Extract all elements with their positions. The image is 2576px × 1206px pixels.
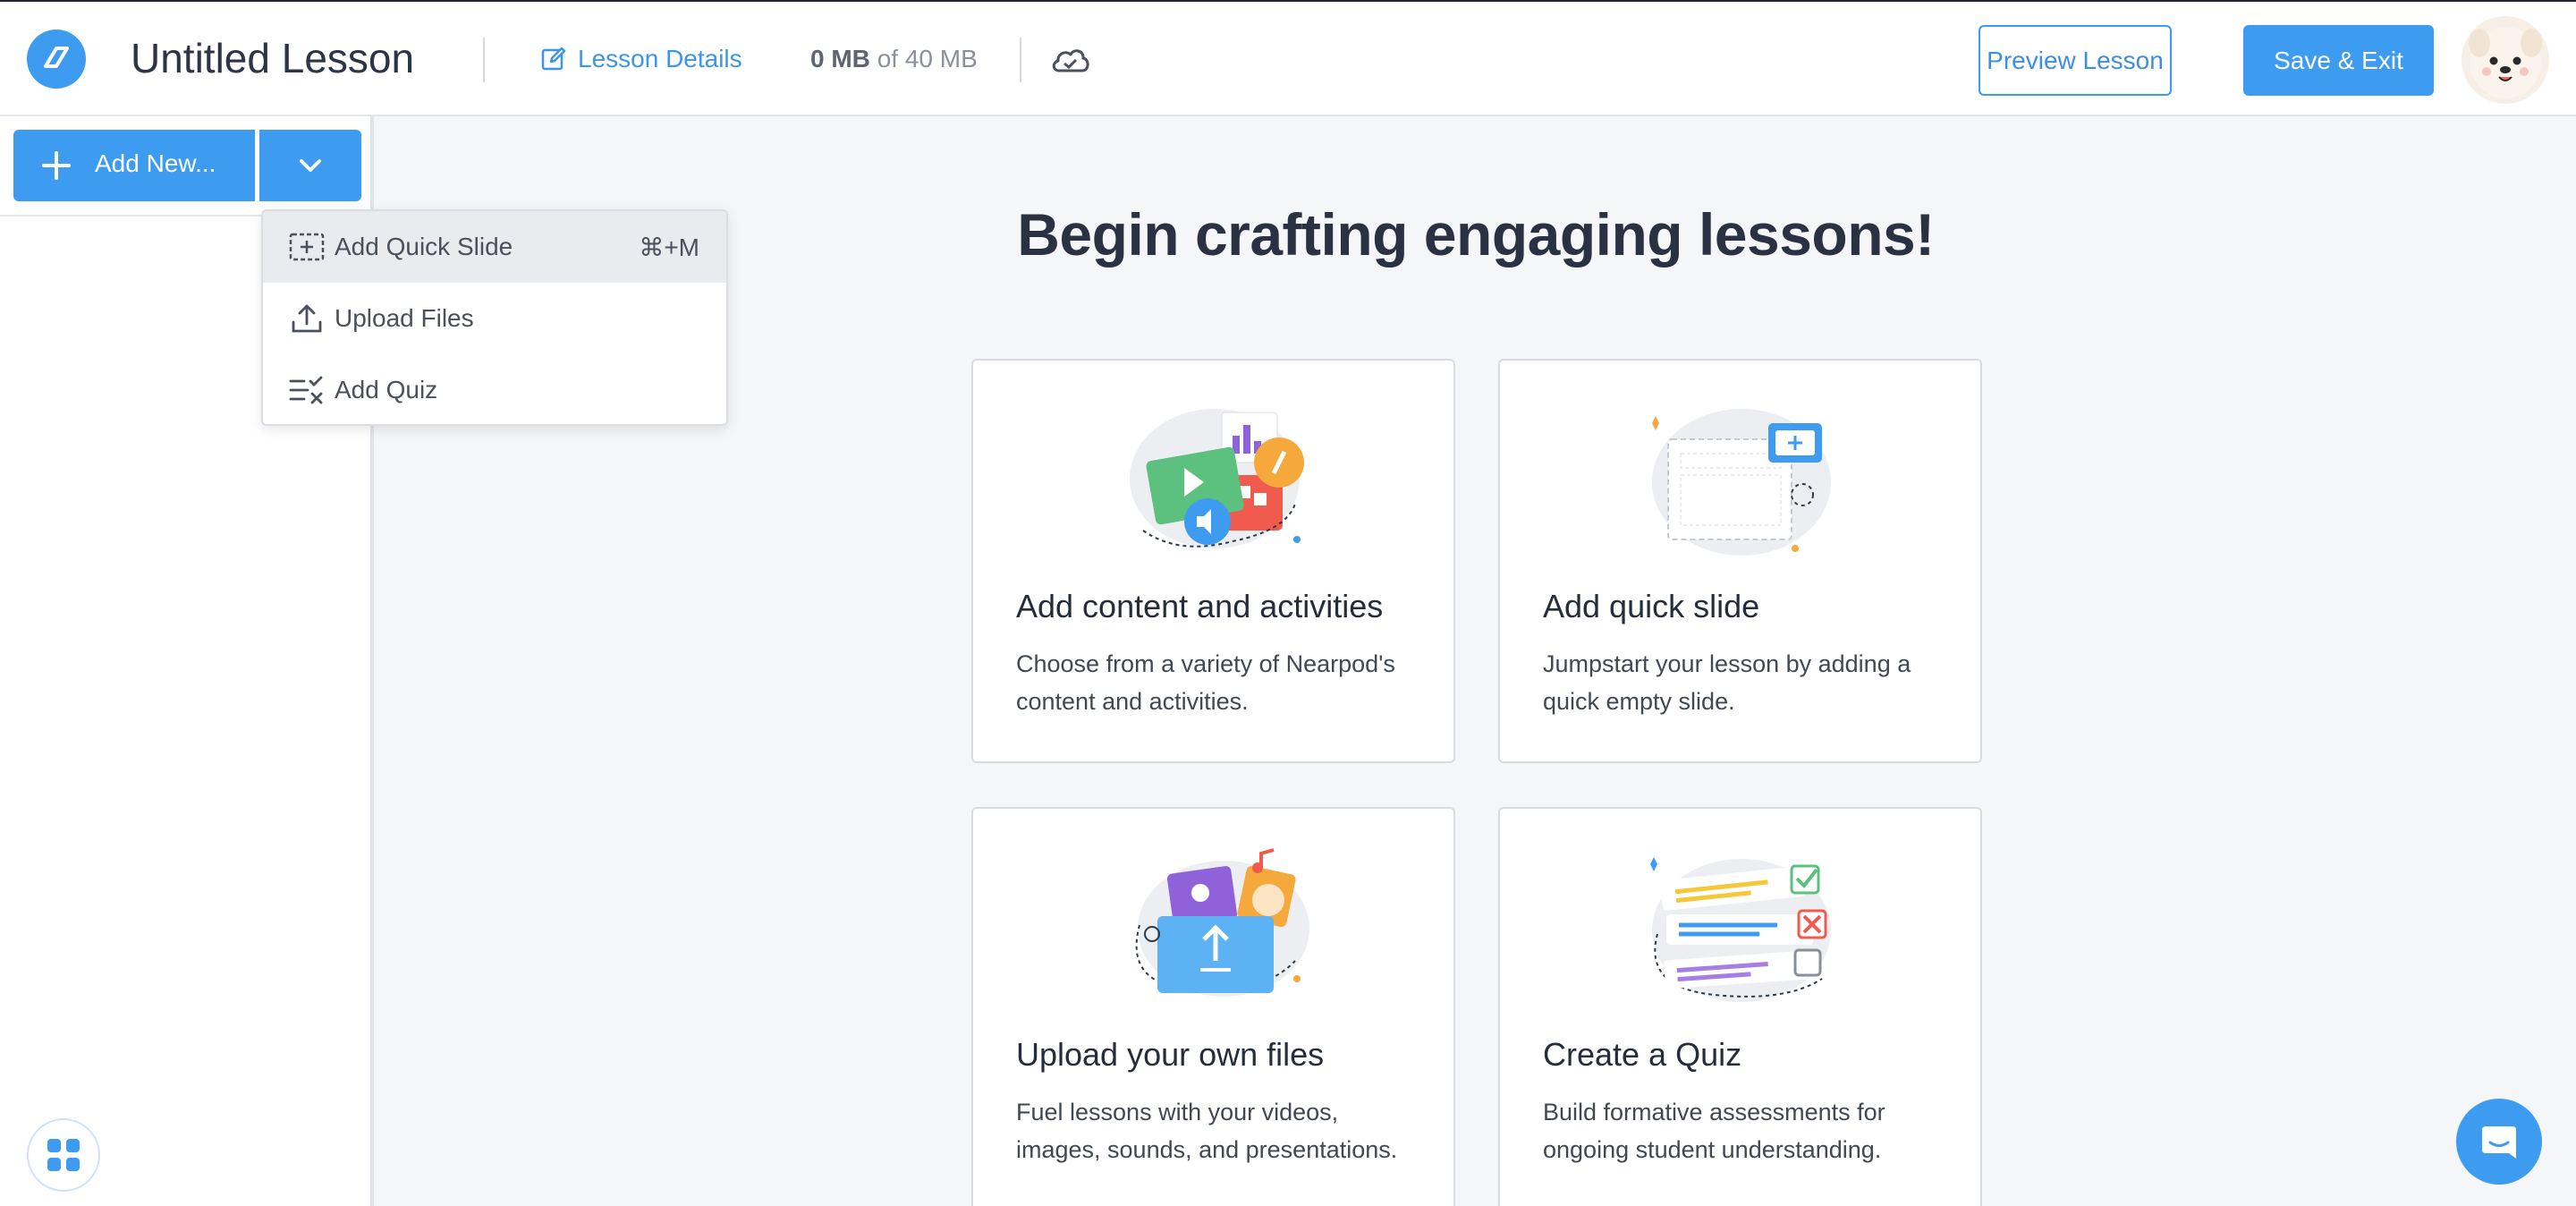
- card-description: Choose from a variety of Nearpod's conte…: [1016, 650, 1395, 715]
- apps-grid-button[interactable]: [27, 1118, 100, 1192]
- card-title: Add quick slide: [1543, 588, 1760, 624]
- menu-item-label: Add Quiz: [335, 376, 438, 403]
- add-new-dropdown-toggle[interactable]: [259, 130, 361, 201]
- lesson-details-label: Lesson Details: [578, 45, 742, 72]
- menu-item-label: Add Quick Slide: [335, 233, 513, 260]
- upload-icon: [292, 304, 322, 333]
- nearpod-logo-icon[interactable]: [27, 30, 86, 89]
- plus-icon: [42, 151, 71, 180]
- quick-slide-illustration: [1652, 409, 1831, 556]
- storage-total: of 40 MB: [877, 45, 978, 72]
- add-new-button[interactable]: Add New...: [13, 130, 255, 201]
- card-upload-files[interactable]: Upload your own files Fuel lessons with …: [971, 807, 1455, 1206]
- quiz-icon: [289, 376, 323, 404]
- menu-item-upload-files[interactable]: Upload Files: [263, 283, 726, 354]
- top-header: Untitled Lesson Lesson Details 0 MB of 4…: [0, 0, 2576, 116]
- preview-lesson-button[interactable]: Preview Lesson: [1979, 25, 2172, 96]
- card-title: Create a Quiz: [1543, 1036, 1742, 1073]
- upload-files-illustration: [1135, 848, 1309, 997]
- card-create-quiz[interactable]: Create a Quiz Build formative assessment…: [1498, 807, 1982, 1206]
- menu-item-add-quick-slide[interactable]: Add Quick Slide ⌘+M: [263, 211, 726, 283]
- card-description: Fuel lessons with your videos, images, s…: [1016, 1099, 1398, 1163]
- cloud-sync-icon: [1050, 43, 1091, 81]
- menu-item-label: Upload Files: [335, 304, 474, 332]
- header-divider: [1020, 38, 1021, 82]
- menu-item-add-quiz[interactable]: Add Quiz: [263, 354, 726, 424]
- quick-slide-icon: [289, 233, 325, 261]
- card-description: Jumpstart your lesson by adding a quick …: [1543, 650, 1911, 715]
- quiz-illustration: [1650, 857, 1831, 1002]
- apps-grid-icon: [47, 1139, 80, 1171]
- lesson-details-link[interactable]: Lesson Details: [540, 45, 742, 73]
- keyboard-shortcut: ⌘+M: [639, 234, 699, 261]
- add-new-label: Add New...: [95, 149, 216, 177]
- card-add-content[interactable]: Add content and activities Choose from a…: [971, 359, 1455, 763]
- card-add-quick-slide[interactable]: Add quick slide Jumpstart your lesson by…: [1498, 359, 1982, 763]
- chat-support-button[interactable]: [2456, 1099, 2542, 1185]
- card-title: Add content and activities: [1016, 588, 1384, 624]
- chat-icon: [2482, 1126, 2516, 1159]
- header-divider: [483, 38, 485, 82]
- chevron-down-icon: [300, 159, 321, 172]
- save-exit-button[interactable]: Save & Exit: [2243, 25, 2434, 96]
- card-description: Build formative assessments for ongoing …: [1543, 1099, 1885, 1163]
- add-new-menu: Add Quick Slide ⌘+M Upload Files Add Qui…: [261, 209, 728, 426]
- card-title: Upload your own files: [1016, 1036, 1325, 1073]
- edit-icon: [541, 47, 566, 71]
- lesson-title[interactable]: Untitled Lesson: [131, 34, 414, 82]
- avatar[interactable]: [2462, 16, 2549, 104]
- storage-used: 0 MB: [810, 45, 870, 72]
- storage-indicator: 0 MB of 40 MB: [810, 45, 978, 73]
- content-activities-illustration: [1130, 409, 1304, 548]
